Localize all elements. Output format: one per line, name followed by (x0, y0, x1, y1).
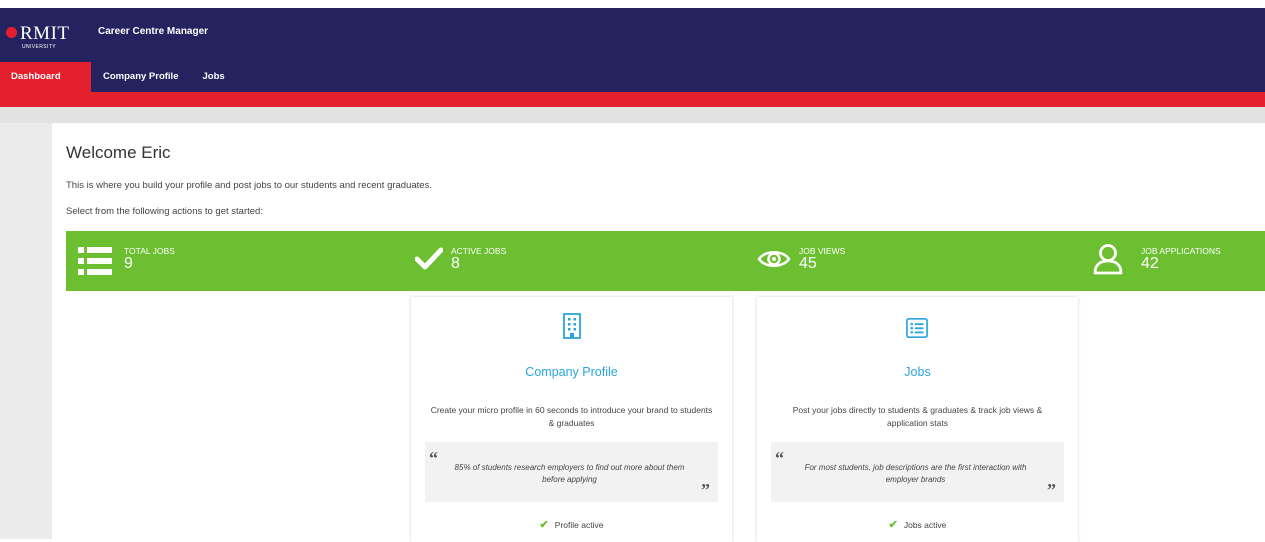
list-icon (78, 247, 112, 275)
content-top-band (0, 107, 1265, 123)
quote-text: For most students, job descriptions are … (804, 463, 1027, 484)
logo-dot (6, 27, 17, 38)
nav-jobs[interactable]: Jobs (191, 62, 237, 92)
intro-text: This is where you build your profile and… (66, 180, 432, 191)
checkmark-icon: ✔ (888, 519, 898, 531)
building-icon (562, 313, 581, 339)
checkmark-icon: ✔ (539, 519, 549, 531)
company-profile-card[interactable]: Company Profile Create your micro profil… (411, 297, 732, 542)
card-description: Create your micro profile in 60 seconds … (430, 405, 713, 428)
nav-dashboard[interactable]: Dashboard (0, 62, 91, 92)
app-title: Career Centre Manager (98, 26, 209, 37)
eye-icon (757, 251, 791, 267)
stat-value: 45 (799, 255, 817, 272)
welcome-heading: Welcome Eric (66, 143, 171, 162)
quote-box: “ For most students, job descriptions ar… (771, 442, 1064, 502)
status-text: Jobs active (903, 520, 947, 530)
list-box-icon (905, 318, 928, 338)
logo-subtext: UNIVERSITY (22, 44, 57, 50)
stats-bar: TOTAL JOBS 9 ACTIVE JOBS 8 JOB VIEWS 45 … (66, 231, 1265, 291)
open-quote-icon: “ (429, 448, 438, 468)
rmit-logo[interactable]: RMIT UNIVERSITY (6, 23, 86, 53)
stat-value: 9 (124, 255, 133, 272)
card-title[interactable]: Company Profile (411, 365, 732, 379)
stat-value: 42 (1141, 255, 1159, 272)
profile-status: ✔ Profile active (411, 518, 732, 531)
intro-instructions: Select from the following actions to get… (66, 206, 263, 217)
card-description: Post your jobs directly to students & gr… (792, 405, 1043, 428)
close-quote-icon: ” (1047, 480, 1056, 500)
jobs-card[interactable]: Jobs Post your jobs directly to students… (757, 297, 1078, 542)
logo-text: RMIT (20, 23, 70, 44)
quote-text: 85% of students research employers to fi… (454, 463, 685, 484)
main-nav: Dashboard Company Profile Jobs (0, 62, 237, 92)
open-quote-icon: “ (775, 448, 784, 468)
close-quote-icon: ” (701, 480, 710, 500)
checkmark-icon (415, 247, 443, 270)
user-icon (1093, 244, 1123, 275)
nav-underline (0, 92, 1265, 107)
stat-value: 8 (451, 255, 460, 272)
card-title[interactable]: Jobs (757, 365, 1078, 379)
nav-company-profile[interactable]: Company Profile (91, 62, 191, 92)
status-text: Profile active (554, 520, 604, 530)
jobs-status: ✔ Jobs active (757, 518, 1078, 531)
quote-box: “ 85% of students research employers to … (425, 442, 718, 502)
